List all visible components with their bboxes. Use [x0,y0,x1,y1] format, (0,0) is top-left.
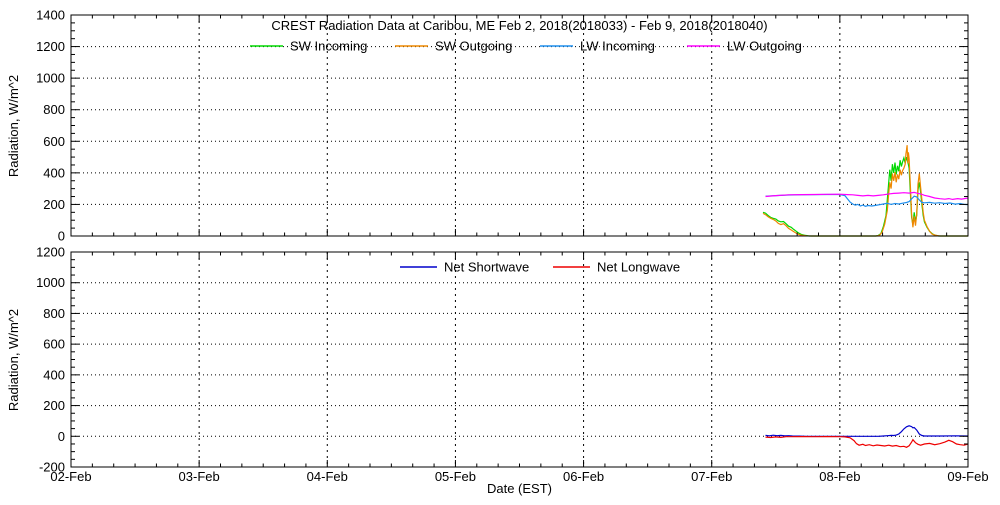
y-tick-label: 0 [58,229,65,244]
ticks [70,251,969,468]
y-tick-label: 800 [43,102,65,117]
y-axis-title: Radiation, W/m^2 [6,309,21,411]
legend-item-sw-incoming: SW Incoming [250,39,367,54]
x-axis-title: Date (EST) [487,481,552,496]
legend-label-net-shortwave: Net Shortwave [444,260,529,275]
y-tick-label: 1000 [36,71,65,86]
legend-item-lw-incoming: LW Incoming [540,39,655,54]
y-tick-label: 0 [58,429,65,444]
series-sw-outgoing [762,145,968,237]
legend-label-sw-outgoing: SW Outgoing [435,39,512,54]
radiation-chart-page: 0 200 400 600 800 1000 1200 1400 Radiation, W/m^… [0,0,1000,500]
y-tick-label: 600 [43,134,65,149]
series-sw-incoming [762,155,968,237]
y-tick-label: 800 [43,306,65,321]
x-tick-label: 08-Feb [819,469,860,484]
series-net-longwave [765,435,969,448]
x-tick-label: 04-Feb [307,469,348,484]
legend-label-lw-incoming: LW Incoming [580,39,655,54]
y-tick-label: 1000 [36,275,65,290]
gridlines [71,15,968,236]
x-tick-label: 03-Feb [179,469,220,484]
plot-frame [70,251,969,468]
x-tick-label: 09-Feb [947,469,988,484]
x-tick-label: 02-Feb [50,469,91,484]
legend-label-net-longwave: Net Longwave [597,260,680,275]
legend: SW Incoming SW Outgoing LW Incoming LW Outg… [250,39,802,54]
y-tick-label: 1200 [36,39,65,54]
y-tick-label: 400 [43,165,65,180]
legend: Net Shortwave Net Longwave [400,260,680,275]
y-tick-label: 200 [43,398,65,413]
y-tick-label: 1200 [36,245,65,260]
chart-title: CREST Radiation Data at Caribou, ME Feb … [271,18,767,33]
radiation-plot: 0 200 400 600 800 1000 1200 1400 Radiation, W/m^… [6,8,989,497]
y-tick-label: 600 [43,337,65,352]
legend-item-lw-outgoing: LW Outgoing [687,39,802,54]
top-panel: 0 200 400 600 800 1000 1200 1400 Radiation, W/m^… [6,8,969,244]
legend-label-sw-incoming: SW Incoming [290,39,367,54]
plot-frame [70,14,969,237]
legend-item-sw-outgoing: SW Outgoing [395,39,512,54]
legend-item-net-longwave: Net Longwave [553,260,680,275]
y-tick-label: 400 [43,367,65,382]
series-lw-outgoing [765,191,969,201]
ticks [70,14,969,237]
series-net-shortwave [765,425,969,437]
x-tick-label: 05-Feb [435,469,476,484]
y-axis-title: Radiation, W/m^2 [6,75,21,177]
y-tick-label: 1400 [36,8,65,23]
x-tick-label: 07-Feb [691,469,732,484]
bottom-panel: -20002004006008001000120002-Feb 03-Feb 04-… [6,245,989,497]
x-tick-label: 06-Feb [563,469,604,484]
y-tick-label: 200 [43,197,65,212]
legend-label-lw-outgoing: LW Outgoing [727,39,802,54]
legend-item-net-shortwave: Net Shortwave [400,260,529,275]
gridlines [71,252,968,467]
